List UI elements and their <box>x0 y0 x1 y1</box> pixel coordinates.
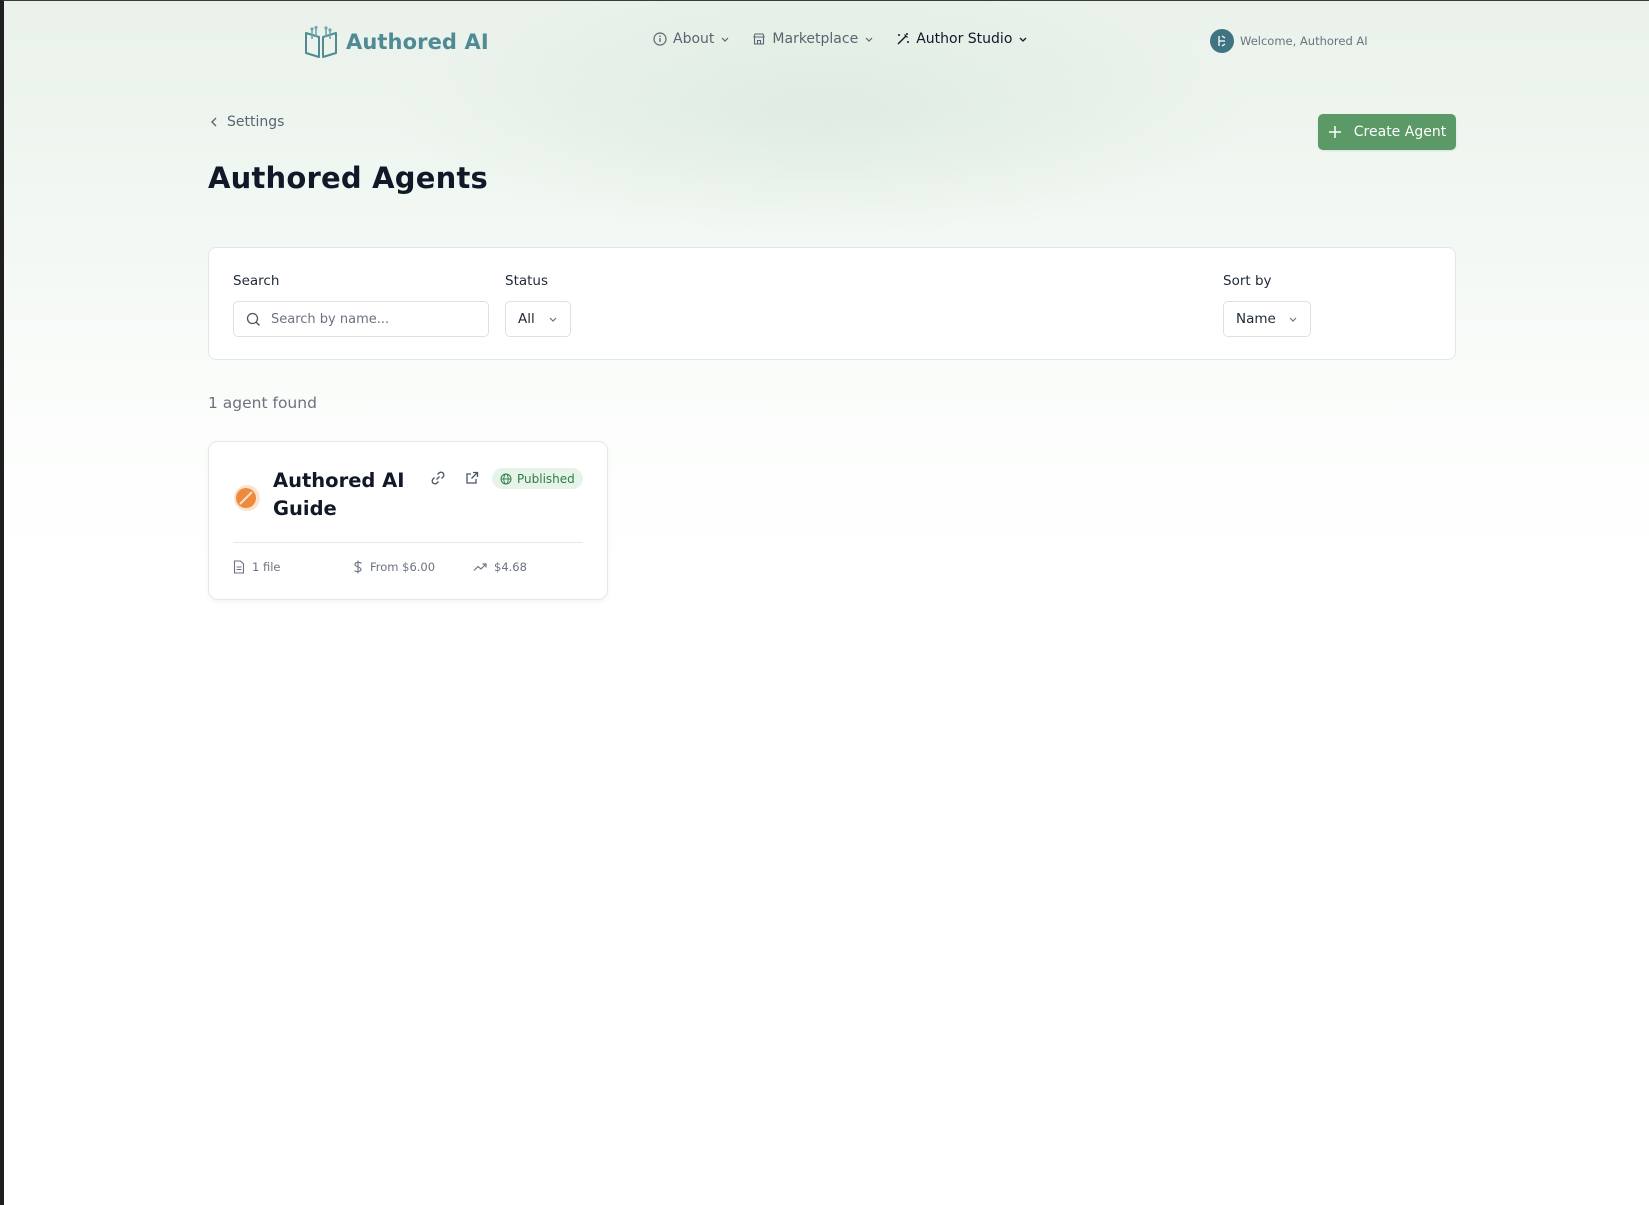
search-field[interactable] <box>233 301 489 337</box>
chevron-down-icon <box>549 317 557 322</box>
agent-earnings-text: $4.68 <box>494 560 527 574</box>
copy-link-button[interactable] <box>428 468 448 488</box>
magic-wand-icon <box>897 33 910 45</box>
info-icon <box>653 32 667 46</box>
chevron-left-icon <box>211 117 217 127</box>
chevron-down-icon <box>1019 37 1027 42</box>
file-icon <box>233 560 245 574</box>
status-label: Status <box>505 273 549 289</box>
agent-files: 1 file <box>233 560 281 574</box>
open-external-button[interactable] <box>462 468 482 488</box>
globe-icon <box>500 473 512 484</box>
status-select-value: All <box>518 311 535 327</box>
nav-author-studio[interactable]: Author Studio <box>896 31 1028 47</box>
agent-icon <box>233 484 261 516</box>
agent-price-text: From $6.00 <box>370 560 436 574</box>
search-label: Search <box>233 273 280 289</box>
agent-files-text: 1 file <box>252 560 281 574</box>
user-avatar-icon <box>1218 35 1226 47</box>
search-input[interactable] <box>269 310 473 328</box>
sort-label: Sort by <box>1223 273 1272 289</box>
sort-select[interactable]: Name <box>1223 301 1311 337</box>
status-select[interactable]: All <box>505 301 571 337</box>
link-icon <box>431 471 445 485</box>
status-badge: Published <box>492 468 583 489</box>
chevron-down-icon <box>721 37 729 42</box>
brand-logo[interactable]: Authored AI <box>304 25 489 59</box>
agent-card[interactable]: Authored AI Guide Published 1 file From … <box>208 441 608 600</box>
main-nav: About Marketplace Author Studio <box>653 31 1050 47</box>
nav-author-studio-label: Author Studio <box>916 31 1013 47</box>
dollar-icon <box>354 560 362 574</box>
agent-earnings: $4.68 <box>473 560 527 574</box>
store-icon <box>753 33 766 45</box>
avatar <box>1210 29 1234 53</box>
brand-name: Authored AI <box>346 30 489 54</box>
trending-up-icon <box>473 563 487 571</box>
external-link-icon <box>466 471 479 484</box>
search-icon <box>246 312 260 326</box>
agent-name[interactable]: Authored AI Guide <box>273 467 423 523</box>
filters-panel: Search Status All Sort by Name <box>208 247 1456 360</box>
agent-price: From $6.00 <box>353 560 435 574</box>
plus-icon <box>1328 126 1341 138</box>
book-circuit-logo-icon <box>305 25 337 58</box>
user-menu[interactable]: Welcome, Authored AI <box>1210 29 1368 53</box>
create-agent-label: Create Agent <box>1353 124 1447 140</box>
nav-about[interactable]: About <box>653 31 730 47</box>
create-agent-button[interactable]: Create Agent <box>1318 114 1456 150</box>
welcome-text: Welcome, Authored AI <box>1240 34 1368 48</box>
sort-select-value: Name <box>1236 311 1276 327</box>
back-label: Settings <box>227 114 285 130</box>
status-badge-label: Published <box>517 471 575 486</box>
page-title: Authored Agents <box>208 161 488 195</box>
nav-about-label: About <box>673 31 715 47</box>
chevron-down-icon <box>1289 317 1297 322</box>
results-count: 1 agent found <box>208 394 317 412</box>
chevron-down-icon <box>865 37 873 42</box>
nav-marketplace-label: Marketplace <box>772 31 859 47</box>
back-to-settings-link[interactable]: Settings <box>209 114 284 130</box>
agent-avatar-icon <box>234 485 260 511</box>
app-window: Authored AI About Marketplace Author Stu… <box>0 0 1649 1205</box>
nav-marketplace[interactable]: Marketplace <box>752 31 874 47</box>
card-divider <box>233 542 583 543</box>
